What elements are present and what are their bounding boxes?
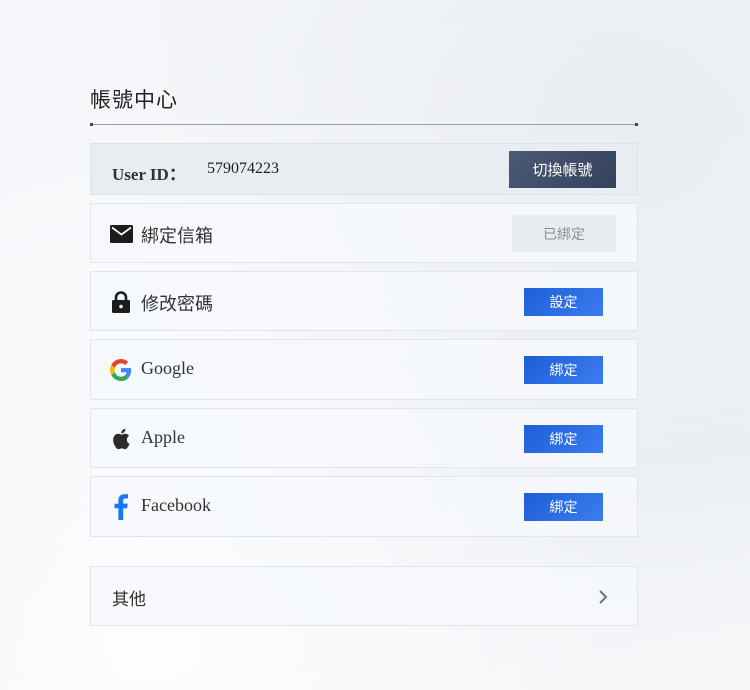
email-bound-button: 已綁定: [512, 215, 616, 252]
set-password-button[interactable]: 設定: [524, 288, 603, 316]
user-id-label: User ID：: [112, 165, 186, 184]
other-row[interactable]: 其他: [90, 566, 638, 626]
chevron-right-icon: [595, 589, 611, 605]
facebook-row: Facebook 綁定: [90, 476, 638, 537]
apple-icon: [109, 427, 133, 451]
facebook-label: Facebook: [141, 495, 211, 515]
bind-email-label: 綁定信箱: [141, 226, 213, 247]
google-icon: [109, 358, 133, 382]
lock-icon: [109, 290, 133, 314]
change-password-label: 修改密碼: [141, 294, 213, 315]
google-label: Google: [141, 358, 194, 378]
bind-facebook-button[interactable]: 綁定: [524, 493, 603, 521]
user-id-value: 579074223: [207, 160, 279, 177]
switch-account-button[interactable]: 切換帳號: [509, 151, 616, 188]
bind-google-button[interactable]: 綁定: [524, 356, 603, 384]
bind-apple-button[interactable]: 綁定: [524, 425, 603, 453]
page-title: 帳號中心: [90, 88, 178, 112]
user-id-row: User ID： 579074223 切換帳號: [90, 143, 638, 195]
change-password-row: 修改密碼 設定: [90, 271, 638, 331]
bind-email-row: 綁定信箱 已綁定: [90, 203, 638, 263]
apple-row: Apple 綁定: [90, 408, 638, 468]
other-label: 其他: [112, 590, 146, 610]
facebook-icon: [109, 494, 133, 520]
title-divider: [90, 123, 638, 126]
google-row: Google 綁定: [90, 339, 638, 400]
mail-icon: [109, 222, 133, 246]
apple-label: Apple: [141, 427, 185, 447]
